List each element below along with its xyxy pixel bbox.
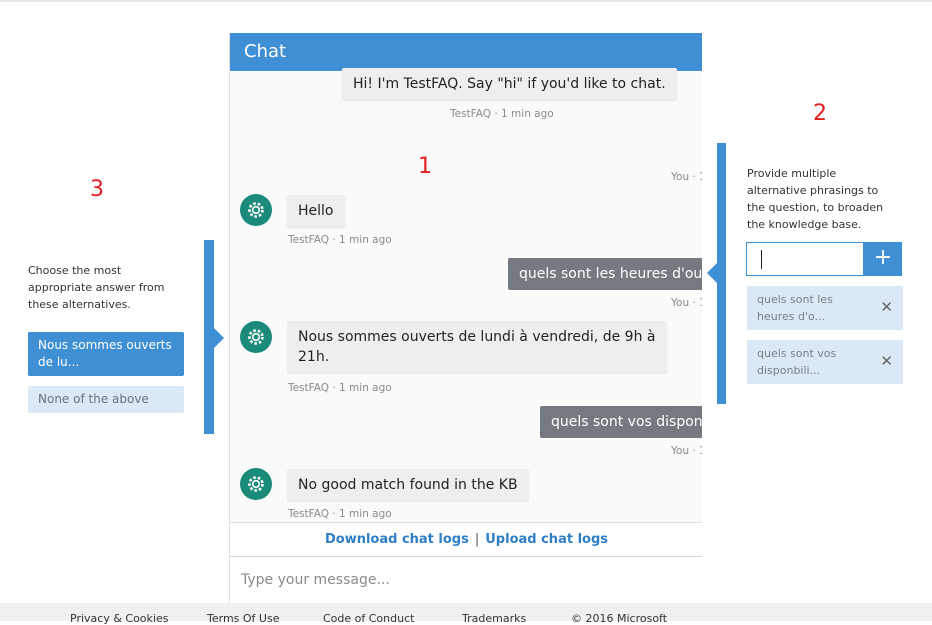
bot-message: Nous sommes ouverts de lundi à vendredi,… — [287, 321, 667, 373]
user-message: quels sont les heures d'ouve — [508, 258, 702, 290]
plus-icon: + — [873, 245, 893, 270]
bot-message: Hello — [287, 195, 345, 227]
bot-message: No good match found in the KB — [287, 469, 529, 501]
gear-icon — [248, 329, 264, 345]
answer-option-selected[interactable]: Nous sommes ouverts de lu... — [28, 332, 184, 376]
answer-description: Choose the most appropriate answer from … — [28, 264, 165, 311]
close-icon[interactable]: ✕ — [880, 352, 893, 370]
message-meta: You · 1 — [671, 171, 702, 183]
link-separator: | — [474, 532, 480, 547]
footer-link-terms[interactable]: Terms Of Use — [207, 612, 279, 625]
message-meta: TestFAQ · 1 min ago — [450, 108, 554, 120]
alternative-phrasing-input[interactable] — [746, 242, 864, 276]
alternatives-panel-bar — [717, 143, 726, 404]
chat-log-links: Download chat logs | Upload chat logs — [230, 522, 702, 556]
message-composer — [230, 556, 702, 603]
bot-avatar — [240, 194, 272, 226]
footer-copyright: © 2016 Microsoft — [571, 612, 668, 625]
chip-label: quels sont les heures d'o... — [757, 293, 833, 323]
annotation-number: 2 — [813, 101, 827, 126]
message-meta: You · 1 — [671, 445, 702, 457]
text-caret — [761, 250, 762, 269]
bot-avatar — [240, 321, 272, 353]
footer-link-conduct[interactable]: Code of Conduct — [323, 612, 414, 625]
pointer-arrow — [707, 263, 717, 283]
message-meta: TestFAQ · 1 min ago — [288, 234, 392, 246]
chat-header: Chat — [230, 33, 702, 71]
gear-icon — [248, 476, 264, 492]
message-meta: You · 1 — [671, 297, 702, 309]
download-chat-logs-link[interactable]: Download chat logs — [325, 532, 469, 547]
gear-icon — [248, 202, 264, 218]
annotation-number: 3 — [90, 177, 104, 202]
footer-link-trademarks[interactable]: Trademarks — [462, 612, 526, 625]
message-meta: TestFAQ · 1 min ago — [288, 508, 392, 520]
bot-message-greeting: Hi! I'm TestFAQ. Say "hi" if you'd like … — [342, 68, 677, 100]
alternatives-description: Provide multiple alternative phrasings t… — [747, 167, 884, 231]
bot-avatar — [240, 468, 272, 500]
page-footer: Privacy & Cookies Terms Of Use Code of C… — [0, 603, 932, 625]
upload-chat-logs-link[interactable]: Upload chat logs — [485, 532, 608, 547]
add-phrasing-button[interactable]: + — [864, 242, 902, 276]
footer-link-privacy[interactable]: Privacy & Cookies — [70, 612, 168, 625]
top-divider — [0, 0, 932, 2]
close-icon[interactable]: ✕ — [880, 298, 893, 316]
chat-panel: Chat Hi! I'm TestFAQ. Say "hi" if you'd … — [229, 33, 702, 603]
alternative-chip: quels sont les heures d'o... ✕ — [747, 286, 903, 330]
message-input[interactable] — [241, 569, 681, 591]
pointer-arrow — [214, 328, 224, 348]
none-of-the-above-button[interactable]: None of the above — [28, 386, 184, 413]
annotation-number: 1 — [418, 154, 432, 179]
message-meta: TestFAQ · 1 min ago — [288, 382, 392, 394]
chip-label: quels sont vos disponbili... — [757, 347, 837, 377]
chat-title: Chat — [244, 41, 287, 62]
user-message: quels sont vos disponib — [540, 406, 702, 438]
alternative-chip: quels sont vos disponbili... ✕ — [747, 340, 903, 384]
answer-panel-bar — [204, 240, 214, 434]
